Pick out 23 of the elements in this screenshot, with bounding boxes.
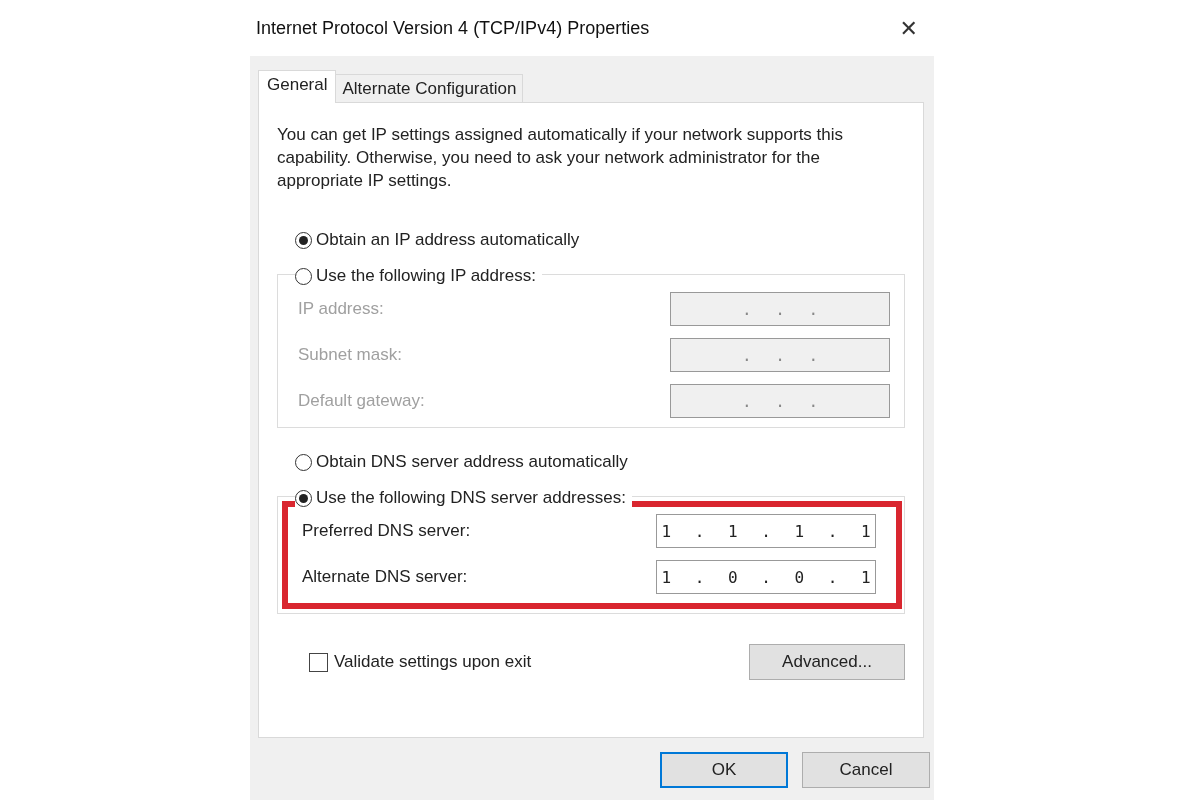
tab[interactable]: Alternate Configuration	[335, 74, 524, 102]
radio-button[interactable]	[295, 267, 312, 285]
ip-input-field[interactable]: 1 . 0 . 0 . 1	[656, 560, 876, 594]
dialog-button[interactable]: Cancel	[802, 752, 930, 788]
window-title: Internet Protocol Version 4 (TCP/IPv4) Properties	[256, 17, 650, 39]
radio-button[interactable]	[295, 231, 312, 249]
tab[interactable]: General	[258, 70, 337, 103]
advanced-button[interactable]: Advanced...	[749, 644, 905, 680]
radio-button[interactable]	[295, 453, 312, 471]
field-label: IP address:	[298, 299, 384, 319]
field-label: Alternate DNS server:	[302, 567, 468, 587]
field-label: Subnet mask:	[298, 345, 402, 365]
radio-option[interactable]: Use the following IP address:	[295, 266, 542, 286]
close-button[interactable]: ✕	[891, 11, 926, 45]
radio-button[interactable]	[295, 489, 312, 507]
ip-input-field[interactable]: 1 . 1 . 1 . 1	[656, 514, 876, 548]
description-text: You can get IP settings assigned automatically if your network supports this capability. Otherwise, you need to ask your network administrator for the appropriate IP settings.	[277, 124, 845, 192]
field-label: Preferred DNS server:	[302, 521, 471, 541]
checkbox[interactable]	[309, 652, 328, 672]
dialog-button[interactable]: OK	[660, 752, 788, 788]
radio-option[interactable]: Use the following DNS server addresses:	[295, 488, 632, 508]
field-label: Default gateway:	[298, 391, 425, 411]
validate-checkbox[interactable]: Validate settings upon exit	[309, 652, 532, 672]
